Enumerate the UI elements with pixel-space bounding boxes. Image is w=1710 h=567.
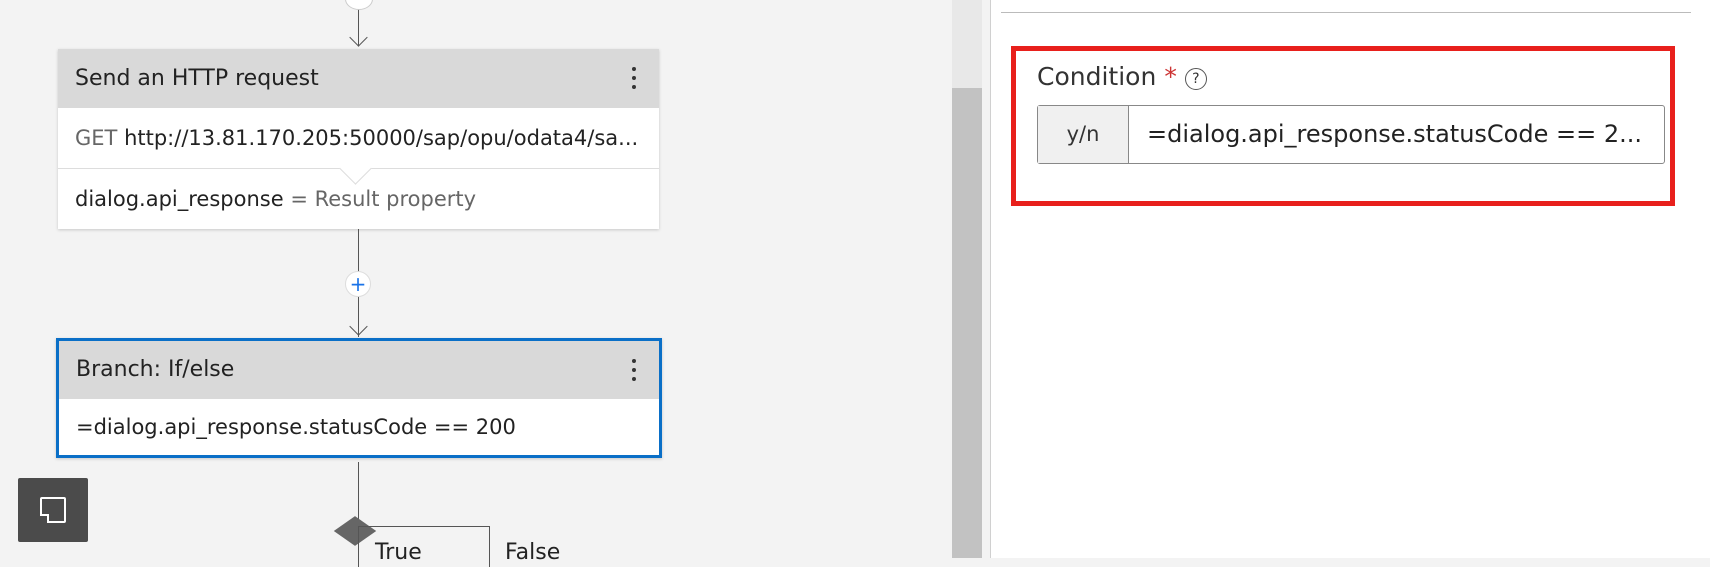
branch-condition-row: =dialog.api_response.statusCode == 200 [59,399,659,455]
http-url: http://13.81.170.205:50000/sap/opu/odata… [124,126,639,150]
condition-field[interactable]: y/n =dialog.api_response.statusCode == 2… [1037,105,1665,164]
card-divider [58,152,659,185]
connector-arrow [349,28,368,47]
branch-ifelse-card[interactable]: Branch: If/else =dialog.api_response.sta… [56,338,662,458]
connector-top-node [345,0,373,10]
result-separator: = [283,187,315,211]
http-request-card[interactable]: Send an HTTP request GET http://13.81.17… [58,49,659,229]
http-request-title: Send an HTTP request [75,66,319,91]
condition-label-text: Condition [1037,62,1157,91]
http-method: GET [75,126,118,150]
canvas-scrollbar-thumb[interactable] [952,88,982,558]
panel-divider [1001,12,1691,13]
properties-panel: Condition *? y/n =dialog.api_response.sta… [990,0,1710,558]
condition-label: Condition *? [1037,62,1207,91]
kebab-menu-icon[interactable] [631,359,637,383]
result-property-label: Result property [314,187,477,211]
branch-condition-text: =dialog.api_response.statusCode == 200 [76,415,516,439]
sticky-note-icon [40,497,66,523]
result-variable: dialog.api_response [75,187,284,211]
condition-input[interactable]: =dialog.api_response.statusCode == 2... [1129,106,1664,163]
flow-canvas: Send an HTTP request GET http://13.81.17… [0,0,952,567]
branch-title: Branch: If/else [76,357,235,382]
type-addon[interactable]: y/n [1038,106,1129,163]
plus-icon[interactable]: + [345,271,371,297]
connector-arrow [349,317,368,336]
branch-true-label: True [375,540,422,565]
sticky-note-button[interactable] [18,478,88,542]
branch-false-label: False [505,540,561,565]
branch-header[interactable]: Branch: If/else [59,341,659,399]
kebab-menu-icon[interactable] [631,67,637,91]
http-request-header[interactable]: Send an HTTP request [58,49,659,108]
required-marker: * [1164,62,1177,91]
help-circle-icon[interactable]: ? [1184,68,1207,90]
